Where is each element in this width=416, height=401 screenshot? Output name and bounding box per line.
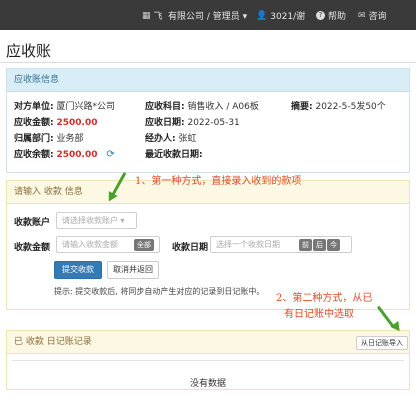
help-icon: ? [316,11,325,20]
receivable-amount: 2500.00 [56,118,98,128]
journal-empty-text: 没有数据 [189,379,226,389]
nav-item-help[interactable]: ? 帮助 [316,9,346,22]
amount-label: 收款金额 [14,243,51,253]
summary-row: 摘要: 2022-5-5发50个 [291,99,386,112]
refresh-icon[interactable]: ⟳ [106,149,114,160]
import-from-journal-button[interactable]: 从日记账导入 [356,336,408,350]
date-today-button[interactable]: 今 [327,239,340,251]
summary-value: 2022-5-5发50个 [315,102,386,112]
pay-account-label-wrap: 收款账户 [14,215,50,228]
amount-label-wrap: 收款金额 [14,240,50,253]
pay-account-label: 收款账户 [14,218,51,228]
balance-label: 应收余额: [14,150,54,160]
department-row: 归属部门: 业务部 [14,131,84,144]
page-title: 应收账 [6,42,52,60]
counterparty-label: 对方单位: [14,102,54,112]
annotation-first-method: 1、第一种方式，直接录入收到的款项 [135,176,302,187]
nav-item-grid[interactable]: ▦ 飞 [142,9,163,23]
account-row: 应收科目: 销售收入 / A06板 [145,99,259,112]
annotation-second-method-line1: 2、第二种方式，从已 [276,293,373,304]
nav-grid-label: 飞 [153,12,163,22]
counterparty-value: 厦门兴路*公司 [56,102,115,112]
department-value: 业务部 [56,134,84,144]
due-date-value: 2022-05-31 [187,118,240,128]
nav-help-label: 帮助 [328,12,347,22]
info-panel-header: 应收账信息 [7,69,409,92]
date-label-wrap: 收款日期 [172,240,208,253]
nav-user-label: 3021/谢 [270,12,306,22]
handler-label: 经办人: [145,134,176,144]
date-next-button[interactable]: 后 [313,239,326,251]
last-date-label: 最近收款日期: [145,150,203,160]
department-label: 归属部门: [14,134,54,144]
nav-item-user[interactable]: 👤 3021/谢 [256,9,306,23]
account-value: 销售收入 / A06板 [187,102,259,112]
title-divider [0,62,416,63]
balance-amount: 2500.00 [56,150,98,160]
date-label: 收款日期 [172,243,209,253]
receivable-row: 应收金额: 2500.00 [14,115,97,128]
journal-table-divider [12,360,404,361]
annotation-second-method-line2: 有日记账中选取 [284,309,354,320]
handler-value: 张虹 [178,134,197,144]
summary-label: 摘要: [291,102,313,112]
pay-account-select[interactable]: 请选择收款账户 ▾ [56,212,137,229]
nav-item-company[interactable]: 有限公司 / 管理员 ▾ [168,9,247,22]
amount-all-button[interactable]: 全部 [134,239,154,251]
grid-icon: ▦ [142,10,151,21]
receivable-label: 应收金额: [14,118,54,128]
entry-hint: 提示: 提交收款后, 将同步自动产生对应的记录到日记账中。 [54,287,265,296]
journal-panel-header: 已 收款 日记账记录 [7,331,409,354]
date-prev-button[interactable]: 前 [299,239,312,251]
message-icon: ✉ [358,10,366,21]
nav-company-label: 有限公司 / 管理员 ▾ [168,12,248,22]
top-navbar: ▦ 飞 有限公司 / 管理员 ▾ 👤 3021/谢 ? 帮助 ✉ 咨询 [0,0,416,30]
cancel-return-button[interactable]: 取消并返回 [107,261,159,279]
due-date-label: 应收日期: [145,118,185,128]
person-icon: 👤 [256,10,268,21]
account-label: 应收科目: [145,102,185,112]
nav-message-label: 咨询 [368,12,387,22]
submit-payment-button[interactable]: 提交收款 [54,261,102,279]
balance-row: 应收余额: 2500.00 ⟳ [14,147,115,160]
handler-row: 经办人: 张虹 [145,131,197,144]
nav-item-message[interactable]: ✉ 咨询 [358,9,387,23]
last-date-row: 最近收款日期: [145,147,203,160]
due-date-row: 应收日期: 2022-05-31 [145,115,240,128]
counterparty-row: 对方单位: 厦门兴路*公司 [14,99,115,112]
